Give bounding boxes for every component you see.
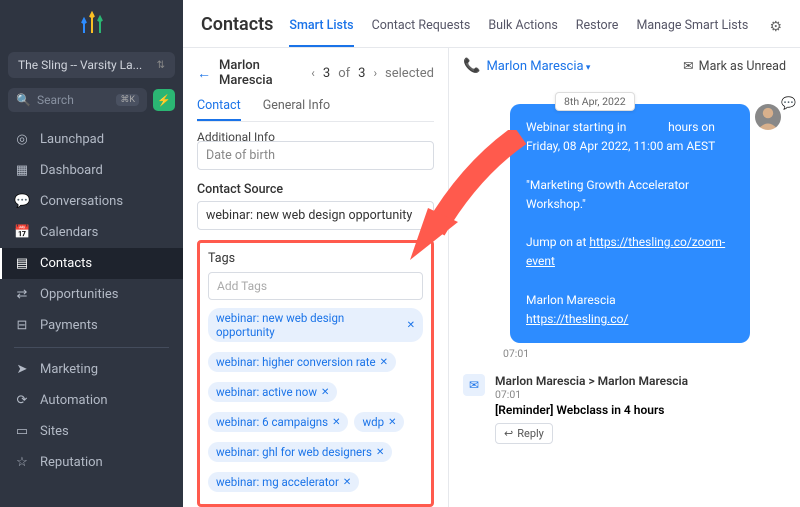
sidebar-item-sites[interactable]: ▭ Sites [0, 416, 183, 447]
tag-label: wdp [362, 415, 384, 429]
tag-pill[interactable]: webinar: 6 campaigns ✕ [208, 412, 348, 432]
tag-pill[interactable]: webinar: new web design opportunity ✕ [208, 308, 423, 342]
calendars-icon: 📅 [14, 225, 30, 240]
sidebar-item-payments[interactable]: ⊟ Payments [0, 310, 183, 341]
conversations-icon: 💬 [14, 194, 30, 209]
gear-icon[interactable]: ⚙ [769, 19, 782, 47]
tag-label: webinar: 6 campaigns [216, 415, 328, 429]
email-from: Marlon Marescia > Marlon Marescia [495, 374, 688, 388]
tags-label: Tags [208, 251, 423, 266]
tab-restore[interactable]: Restore [576, 18, 619, 47]
app-logo [0, 0, 183, 48]
sites-icon: ▭ [14, 424, 30, 439]
sidebar-item-opportunities[interactable]: ⇄ Opportunities [0, 279, 183, 310]
sidebar-item-dashboard[interactable]: ▦ Dashboard [0, 155, 183, 186]
sidebar-item-label: Automation [40, 393, 108, 408]
sidebar-item-label: Reputation [40, 455, 103, 470]
sidebar-item-launchpad[interactable]: ◎ Launchpad [0, 124, 183, 155]
date-badge: 8th Apr, 2022 [555, 92, 635, 111]
contact-source-input[interactable]: webinar: new web design opportunity [197, 201, 434, 230]
search-input[interactable]: 🔍 Search ⌘K [8, 88, 147, 112]
tag-pill[interactable]: webinar: active now ✕ [208, 382, 337, 402]
reputation-icon: ☆ [14, 455, 30, 470]
tag-label: webinar: higher conversion rate [216, 355, 376, 369]
sidebar-item-marketing[interactable]: ➤ Marketing [0, 354, 183, 385]
marketing-icon: ➤ [14, 362, 30, 377]
tags-input[interactable]: Add Tags [208, 272, 423, 300]
email-icon: ✉ [463, 374, 485, 396]
tag-remove-icon[interactable]: ✕ [407, 320, 415, 331]
chevron-updown-icon: ⇅ [157, 60, 165, 71]
sidebar-item-contacts[interactable]: ▤ Contacts [0, 248, 183, 279]
tab-smart-lists[interactable]: Smart Lists [289, 18, 353, 47]
automation-icon: ⟳ [14, 393, 30, 408]
sidebar-item-label: Payments [40, 318, 98, 333]
workspace-name: The Sling -- Varsity La... [18, 58, 142, 72]
launchpad-icon: ◎ [14, 132, 30, 147]
tag-label: webinar: active now [216, 385, 317, 399]
quick-action-button[interactable]: ⚡ [153, 89, 175, 111]
mark-unread-button[interactable]: ✉ Mark as Unread [683, 58, 786, 74]
sidebar-item-label: Marketing [40, 362, 98, 377]
site-link[interactable]: https://thesling.co/ [526, 312, 628, 326]
reply-button[interactable]: ↩Reply [495, 423, 553, 444]
contact-source-label: Contact Source [197, 182, 434, 197]
tag-pill[interactable]: wdp ✕ [354, 412, 404, 432]
tab-contact-requests[interactable]: Contact Requests [372, 18, 471, 47]
search-placeholder: Search [37, 93, 110, 107]
subtab-general-info[interactable]: General Info [263, 98, 330, 121]
tag-pill[interactable]: webinar: ghl for web designers ✕ [208, 442, 392, 462]
sidebar-item-label: Conversations [40, 194, 123, 209]
search-icon: 🔍 [16, 93, 31, 107]
sidebar-item-automation[interactable]: ⟳ Automation [0, 385, 183, 416]
tags-section: Tags Add Tags webinar: new web design op… [197, 240, 434, 507]
back-arrow-icon[interactable]: ← [197, 65, 211, 82]
sidebar-item-reputation[interactable]: ☆ Reputation [0, 447, 183, 478]
contacts-icon: ▤ [14, 256, 30, 271]
phone-icon[interactable]: 📞 [463, 58, 480, 74]
tag-label: webinar: new web design opportunity [216, 311, 403, 339]
contact-pager: ← Marlon Marescia ‹ 3 of 3 › selected [197, 58, 434, 88]
sidebar-item-label: Contacts [40, 256, 92, 271]
search-kbd: ⌘K [116, 94, 139, 106]
sidebar-item-label: Launchpad [40, 132, 104, 147]
tag-remove-icon[interactable]: ✕ [321, 387, 329, 398]
sidebar-item-conversations[interactable]: 💬 Conversations [0, 186, 183, 217]
opportunities-icon: ⇄ [14, 287, 30, 302]
conversation-contact[interactable]: Marlon Marescia [486, 59, 590, 74]
workspace-selector[interactable]: The Sling -- Varsity La... ⇅ [8, 52, 175, 78]
sidebar-item-label: Sites [40, 424, 69, 439]
sidebar-item-label: Opportunities [40, 287, 118, 302]
avatar: 💬 [755, 104, 781, 130]
chat-icon: 💬 [781, 96, 795, 110]
tag-remove-icon[interactable]: ✕ [388, 417, 396, 428]
sidebar-item-label: Calendars [40, 225, 98, 240]
tag-remove-icon[interactable]: ✕ [380, 357, 388, 368]
tag-pill[interactable]: webinar: mg accelerator ✕ [208, 472, 359, 492]
pager-prev[interactable]: ‹ [311, 66, 315, 80]
sidebar-item-calendars[interactable]: 📅 Calendars [0, 217, 183, 248]
tab-manage-smart-lists[interactable]: Manage Smart Lists [636, 18, 748, 47]
contact-name: Marlon Marescia [219, 58, 303, 88]
message-time: 07:01 [503, 347, 786, 360]
tag-label: webinar: mg accelerator [216, 475, 339, 489]
email-subject: [Reminder] Webclass in 4 hours [495, 403, 688, 417]
email-time: 07:01 [495, 388, 688, 401]
tag-pill[interactable]: webinar: higher conversion rate ✕ [208, 352, 396, 372]
tag-remove-icon[interactable]: ✕ [343, 477, 351, 488]
page-title: Contacts [201, 14, 273, 47]
reply-arrow-icon: ↩ [504, 427, 513, 440]
tag-label: webinar: ghl for web designers [216, 445, 372, 459]
tag-remove-icon[interactable]: ✕ [332, 417, 340, 428]
tab-bulk-actions[interactable]: Bulk Actions [488, 18, 557, 47]
envelope-icon: ✉ [683, 58, 693, 74]
dob-input[interactable]: Date of birth [197, 141, 434, 170]
payments-icon: ⊟ [14, 318, 30, 333]
pager-next[interactable]: › [373, 66, 377, 80]
dashboard-icon: ▦ [14, 163, 30, 178]
subtab-contact[interactable]: Contact [197, 98, 241, 121]
sidebar-item-label: Dashboard [40, 163, 103, 178]
message-bubble: Webinar starting in hours on Friday, 08 … [510, 104, 750, 343]
tag-remove-icon[interactable]: ✕ [376, 447, 384, 458]
